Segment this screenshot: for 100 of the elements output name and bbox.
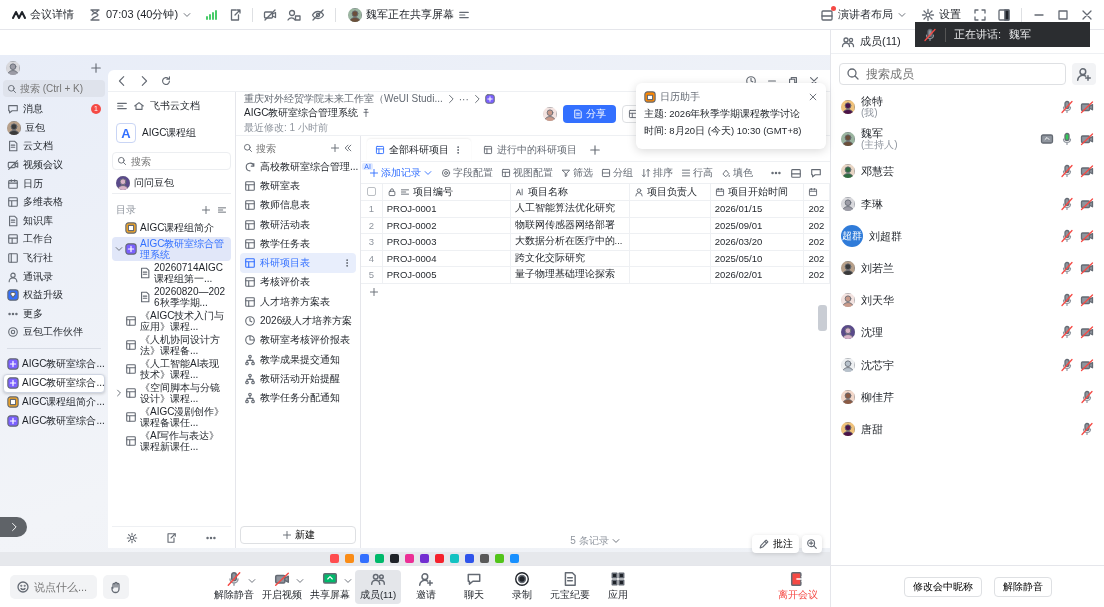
toolbar-button[interactable]: 视图配置 bbox=[501, 165, 553, 180]
fullscreen-icon[interactable] bbox=[973, 7, 987, 22]
assistant-link[interactable]: 问问豆包 bbox=[134, 175, 174, 190]
sidebar-item[interactable]: 云文档 bbox=[3, 137, 105, 156]
search-field[interactable]: 搜索 bbox=[131, 155, 211, 167]
sidebar-item[interactable]: 通讯录 bbox=[3, 267, 105, 286]
table-list-item[interactable]: 教研活动开始提醒 bbox=[240, 369, 356, 389]
search-field[interactable]: 搜索 bbox=[256, 142, 312, 154]
screen-share-menu[interactable]: 魏军正在共享屏幕 bbox=[346, 5, 473, 24]
external-link-icon[interactable] bbox=[228, 7, 243, 22]
search-box[interactable]: 搜索 (Ctrl + K) bbox=[3, 80, 105, 97]
lock-people-icon[interactable] bbox=[287, 7, 302, 22]
settings-button[interactable]: 设置 bbox=[919, 5, 963, 24]
add-view-icon[interactable] bbox=[589, 144, 601, 156]
leave-button[interactable]: 离开会议 bbox=[778, 571, 818, 602]
table-list-item[interactable]: 教学成果提交通知 bbox=[240, 349, 356, 370]
camera-off-icon[interactable] bbox=[263, 7, 278, 22]
sidebar-item[interactable]: 多维表格 bbox=[3, 192, 105, 212]
new-button[interactable]: 新建 bbox=[240, 526, 356, 544]
toolbar-button[interactable]: 共享屏幕 bbox=[307, 569, 353, 604]
sidebar-item[interactable]: 知识库 bbox=[3, 211, 105, 231]
meeting-info-button[interactable]: 会议详情 bbox=[10, 5, 76, 24]
add-row-icon[interactable] bbox=[369, 286, 379, 297]
tree-item[interactable]: 《AIGC漫剧创作》课程备课任... bbox=[112, 405, 231, 429]
toolbar-button[interactable]: 邀请 bbox=[403, 569, 449, 604]
member-action-button[interactable]: 修改会中昵称 bbox=[903, 576, 982, 597]
eye-off-icon[interactable] bbox=[311, 7, 326, 22]
table-list-item[interactable]: 科研项目表 bbox=[240, 253, 356, 273]
recent-item[interactable]: AIGC教研室综合... bbox=[3, 411, 105, 431]
close-icon[interactable] bbox=[808, 92, 818, 102]
table-list-item[interactable]: 教师信息表 bbox=[240, 195, 356, 215]
search-box[interactable]: 搜索 bbox=[112, 152, 231, 170]
tree-item[interactable]: 20260820—2026秋季学期... bbox=[112, 285, 231, 309]
recent-item[interactable]: AIGC教研室综合... bbox=[3, 373, 105, 393]
toolbar-button[interactable]: 筛选 bbox=[561, 165, 593, 180]
sidebar-item[interactable]: 豆包工作伙伴 bbox=[3, 323, 105, 342]
table-list-item[interactable]: 教研活动表 bbox=[240, 214, 356, 235]
toolbar-button[interactable]: 字段配置 bbox=[441, 165, 493, 180]
sidebar-item[interactable]: 权益升级 bbox=[3, 285, 105, 305]
maximize-icon[interactable] bbox=[1056, 7, 1070, 22]
tree-item[interactable]: AIGC教研室综合管理系统 bbox=[112, 237, 231, 261]
chat-box[interactable]: 说点什么... bbox=[10, 574, 97, 599]
tree-item[interactable]: 《空间脚本与分镜设计》课程... bbox=[112, 381, 231, 405]
collapse-icon[interactable] bbox=[343, 143, 353, 153]
search-box[interactable]: 搜索成员 bbox=[839, 63, 1066, 85]
toolbar-button[interactable]: 解除静音 bbox=[211, 569, 257, 604]
view-tab[interactable]: 进行中的科研项目 bbox=[475, 139, 585, 161]
caret-icon[interactable] bbox=[114, 244, 124, 254]
add-icon[interactable] bbox=[201, 205, 211, 215]
tree-item[interactable]: 《人机协同设计方法》课程备... bbox=[112, 333, 231, 357]
toolbar-button[interactable]: 聊天 bbox=[451, 569, 497, 604]
tree-item[interactable]: 《AI写作与表达》课程新课任... bbox=[112, 429, 231, 453]
toolbar-button[interactable]: 填色 bbox=[721, 165, 753, 180]
settings-icon[interactable] bbox=[125, 531, 138, 544]
layout-button[interactable]: 演讲者布局 bbox=[818, 5, 909, 24]
annotate-button[interactable]: 批注 bbox=[752, 535, 799, 553]
add-icon[interactable] bbox=[90, 62, 102, 74]
tree-item[interactable]: AIGC课程组简介 bbox=[112, 218, 231, 237]
breadcrumb-link[interactable]: 重庆对外经贸学院未来工作室（WeUI Studi... bbox=[244, 92, 443, 106]
toolbar-button[interactable]: 开启视频 bbox=[259, 569, 305, 604]
table-list-item[interactable]: 教研室表 bbox=[240, 176, 356, 196]
sidebar-item[interactable]: 飞行社 bbox=[3, 248, 105, 268]
share-icon[interactable] bbox=[165, 531, 178, 544]
toolbar-button[interactable]: 排序 bbox=[641, 165, 673, 180]
layout-icon[interactable] bbox=[790, 166, 802, 179]
sidebar-icon[interactable] bbox=[997, 7, 1011, 22]
list-icon[interactable] bbox=[217, 205, 227, 215]
expand-button[interactable] bbox=[0, 517, 27, 537]
add-icon[interactable] bbox=[330, 143, 340, 153]
raise-hand-button[interactable] bbox=[103, 574, 129, 599]
comment-icon[interactable] bbox=[810, 166, 822, 179]
toolbar-button[interactable]: 分组 bbox=[601, 165, 633, 180]
toolbar-button[interactable]: 行高 bbox=[681, 165, 713, 180]
tree-item[interactable]: 《AIGC技术入门与应用》课程... bbox=[112, 309, 231, 333]
invite-button[interactable] bbox=[1072, 63, 1096, 85]
zoom-in-button[interactable] bbox=[802, 535, 822, 553]
toolbar-button[interactable]: 成员(11) bbox=[355, 569, 401, 604]
sidebar-item[interactable]: 更多 bbox=[3, 304, 105, 324]
sidebar-item[interactable]: 日历 bbox=[3, 174, 105, 193]
caret-icon[interactable] bbox=[114, 388, 124, 398]
pin-icon[interactable] bbox=[361, 108, 372, 118]
table-list-item[interactable]: 教研室考核评价报表 bbox=[240, 330, 356, 350]
table-list-item[interactable]: 教学任务表 bbox=[240, 234, 356, 254]
toolbar-button[interactable]: 录制 bbox=[499, 569, 545, 604]
table-list-item[interactable]: 考核评价表 bbox=[240, 272, 356, 293]
share-button[interactable]: 分享 bbox=[563, 104, 616, 123]
toolbar-button[interactable]: 应用 bbox=[595, 569, 641, 604]
sidebar-item[interactable]: 视频会议 bbox=[3, 155, 105, 175]
table-list-item[interactable]: 人才培养方案表 bbox=[240, 292, 356, 312]
chat-field[interactable]: 说点什么... bbox=[34, 580, 94, 593]
table-list-item[interactable]: 教学任务分配通知 bbox=[240, 388, 356, 408]
refresh-icon[interactable] bbox=[160, 74, 172, 87]
recent-item[interactable]: AIGC课程组简介... bbox=[3, 392, 105, 412]
menu-icon[interactable] bbox=[116, 100, 128, 112]
tree-item[interactable]: 20260714AIGC课程组第一... bbox=[112, 261, 231, 285]
member-action-button[interactable]: 解除静音 bbox=[993, 576, 1052, 597]
tree-item[interactable]: 《人工智能AI表现技术》课程... bbox=[112, 357, 231, 381]
search-field[interactable]: 搜索 (Ctrl + K) bbox=[20, 83, 104, 94]
select-all-checkbox[interactable] bbox=[366, 186, 376, 196]
toolbar-button[interactable]: 元宝纪要 bbox=[547, 569, 593, 604]
